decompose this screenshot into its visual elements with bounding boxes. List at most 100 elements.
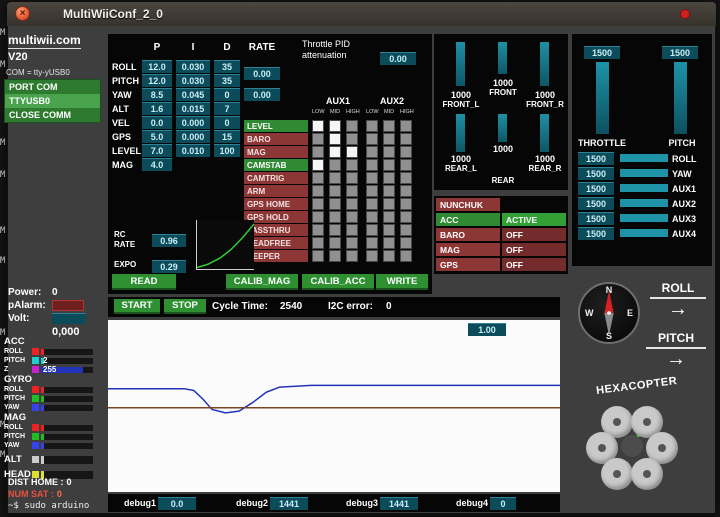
aux-checkbox[interactable]	[312, 159, 324, 171]
write-button[interactable]: WRITE	[376, 274, 428, 290]
aux-checkbox[interactable]	[312, 185, 324, 197]
read-button[interactable]: READ	[112, 274, 176, 290]
aux-checkbox[interactable]	[366, 133, 378, 145]
aux-checkbox[interactable]	[366, 250, 378, 262]
aux-checkbox[interactable]	[366, 211, 378, 223]
aux-checkbox[interactable]	[366, 159, 378, 171]
aux-checkbox[interactable]	[312, 237, 324, 249]
aux-checkbox[interactable]	[329, 224, 341, 236]
aux-checkbox[interactable]	[400, 159, 412, 171]
aux-checkbox[interactable]	[346, 211, 358, 223]
multiwii-link[interactable]: multiwii.com	[8, 33, 81, 49]
pid-d-value[interactable]: 15	[214, 130, 240, 143]
aux-checkbox[interactable]	[329, 172, 341, 184]
aux-checkbox[interactable]	[366, 120, 378, 132]
aux-checkbox[interactable]	[312, 198, 324, 210]
pid-d-value[interactable]: 100	[214, 144, 240, 157]
graph-scale-box[interactable]: 1.00	[468, 323, 506, 336]
pid-p-value[interactable]: 4.0	[142, 158, 172, 171]
aux-checkbox[interactable]	[329, 198, 341, 210]
aux-checkbox[interactable]	[383, 211, 395, 223]
aux-checkbox[interactable]	[346, 172, 358, 184]
aux-checkbox[interactable]	[400, 185, 412, 197]
aux-checkbox[interactable]	[329, 120, 341, 132]
aux-checkbox[interactable]	[383, 250, 395, 262]
aux-checkbox[interactable]	[329, 159, 341, 171]
pid-i-value[interactable]: 0.010	[176, 144, 210, 157]
pid-p-value[interactable]: 1.6	[142, 102, 172, 115]
aux-checkbox[interactable]	[366, 146, 378, 158]
aux-checkbox[interactable]	[329, 237, 341, 249]
aux-checkbox[interactable]	[312, 172, 324, 184]
pid-d-value[interactable]: 0	[214, 88, 240, 101]
aux-checkbox[interactable]	[383, 185, 395, 197]
port-com-button[interactable]: PORT COM	[5, 80, 100, 94]
aux-checkbox[interactable]	[400, 211, 412, 223]
aux-checkbox[interactable]	[383, 237, 395, 249]
start-button[interactable]: START	[114, 299, 160, 314]
aux-checkbox[interactable]	[383, 146, 395, 158]
palarm-value-box[interactable]	[52, 300, 84, 311]
aux-checkbox[interactable]	[400, 198, 412, 210]
close-comm-button[interactable]: CLOSE COMM	[5, 108, 100, 122]
aux-checkbox[interactable]	[312, 250, 324, 262]
calib-acc-button[interactable]: CALIB_ACC	[302, 274, 374, 290]
aux-checkbox[interactable]	[383, 159, 395, 171]
aux-checkbox[interactable]	[400, 224, 412, 236]
title-bar[interactable]: × MultiWiiConf_2_0	[7, 2, 716, 26]
pid-p-value[interactable]: 7.0	[142, 144, 172, 157]
pid-d-value[interactable]: 0	[214, 116, 240, 129]
yaw-rate-box[interactable]: 0.00	[244, 88, 280, 101]
pid-p-value[interactable]: 8.5	[142, 88, 172, 101]
aux-checkbox[interactable]	[312, 224, 324, 236]
expo-value-box[interactable]: 0.29	[152, 260, 186, 273]
pid-d-value[interactable]: 7	[214, 102, 240, 115]
calib-mag-button[interactable]: CALIB_MAG	[226, 274, 298, 290]
aux-checkbox[interactable]	[346, 198, 358, 210]
aux-checkbox[interactable]	[366, 172, 378, 184]
aux-checkbox[interactable]	[366, 224, 378, 236]
pid-p-value[interactable]: 0.0	[142, 116, 172, 129]
pid-i-value[interactable]: 0.000	[176, 130, 210, 143]
pid-p-value[interactable]: 12.0	[142, 60, 172, 73]
pid-i-value[interactable]: 0.000	[176, 116, 210, 129]
aux-checkbox[interactable]	[329, 250, 341, 262]
aux-checkbox[interactable]	[346, 250, 358, 262]
aux-checkbox[interactable]	[383, 224, 395, 236]
aux-checkbox[interactable]	[312, 211, 324, 223]
aux-checkbox[interactable]	[346, 159, 358, 171]
rc-rate-value-box[interactable]: 0.96	[152, 234, 186, 247]
aux-checkbox[interactable]	[366, 198, 378, 210]
aux-checkbox[interactable]	[366, 185, 378, 197]
aux-checkbox[interactable]	[383, 198, 395, 210]
aux-checkbox[interactable]	[383, 133, 395, 145]
pid-p-value[interactable]: 5.0	[142, 130, 172, 143]
aux-checkbox[interactable]	[400, 237, 412, 249]
aux-checkbox[interactable]	[329, 211, 341, 223]
aux-checkbox[interactable]	[329, 185, 341, 197]
aux-checkbox[interactable]	[312, 133, 324, 145]
pid-i-value[interactable]: 0.045	[176, 88, 210, 101]
aux-checkbox[interactable]	[329, 146, 341, 158]
pid-d-value[interactable]: 35	[214, 60, 240, 73]
aux-checkbox[interactable]	[400, 120, 412, 132]
pid-i-value[interactable]: 0.015	[176, 102, 210, 115]
aux-checkbox[interactable]	[329, 133, 341, 145]
close-button[interactable]: ×	[15, 6, 30, 21]
pid-p-value[interactable]: 12.0	[142, 74, 172, 87]
aux-checkbox[interactable]	[346, 146, 358, 158]
aux-checkbox[interactable]	[383, 172, 395, 184]
aux-checkbox[interactable]	[400, 133, 412, 145]
aux-checkbox[interactable]	[346, 120, 358, 132]
aux-checkbox[interactable]	[312, 120, 324, 132]
aux-checkbox[interactable]	[312, 146, 324, 158]
pid-d-value[interactable]: 35	[214, 74, 240, 87]
aux-checkbox[interactable]	[383, 120, 395, 132]
aux-checkbox[interactable]	[346, 224, 358, 236]
aux-checkbox[interactable]	[346, 185, 358, 197]
aux-checkbox[interactable]	[346, 237, 358, 249]
rollpitch-rate-box[interactable]: 0.00	[244, 67, 280, 80]
stop-button[interactable]: STOP	[164, 299, 206, 314]
aux-checkbox[interactable]	[400, 146, 412, 158]
aux-checkbox[interactable]	[346, 133, 358, 145]
